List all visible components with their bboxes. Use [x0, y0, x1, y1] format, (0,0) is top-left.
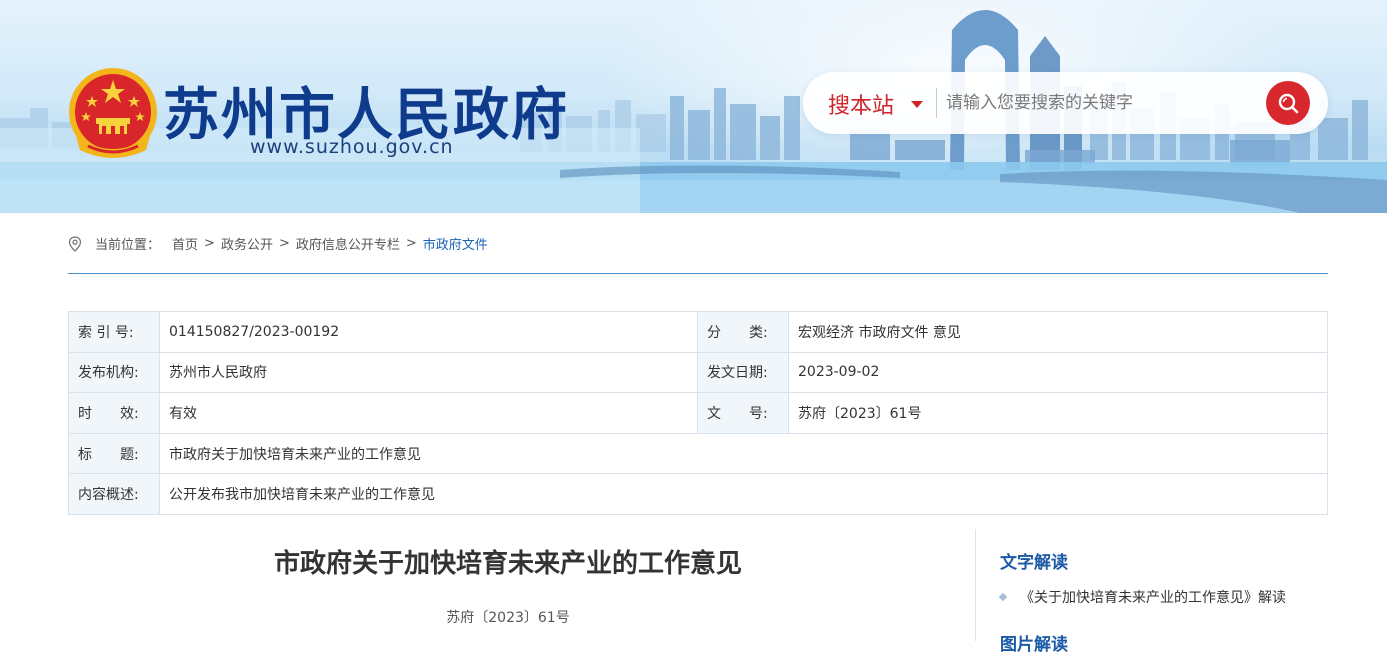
search-icon	[1278, 93, 1299, 114]
image-interpretation-heading: 图片解读	[1000, 635, 1068, 655]
article-title: 市政府关于加快培育未来产业的工作意见	[273, 549, 742, 579]
breadcrumb-gov-documents[interactable]: 市政府文件	[423, 234, 488, 253]
table-row: 内容概述: 公开发布我市加快培育未来产业的工作意见	[68, 473, 1328, 515]
breadcrumb-separator: >	[204, 236, 215, 251]
doc-number-label: 文 号:	[697, 392, 789, 434]
publisher-value: 苏州市人民政府	[159, 351, 698, 394]
search-scope-dropdown[interactable]: 搜本站	[828, 88, 894, 120]
breadcrumb-info-column[interactable]: 政府信息公开专栏	[296, 234, 400, 253]
breadcrumb-gov-affairs[interactable]: 政务公开	[221, 234, 273, 253]
document-metadata-table: 索 引 号: 014150827/2023-00192 分 类: 宏观经济 市政…	[68, 311, 1328, 515]
index-label: 索 引 号:	[68, 311, 160, 353]
interpretation-link[interactable]: 《关于加快培育未来产业的工作意见》解读	[998, 587, 1286, 607]
sidebar-divider	[975, 529, 976, 641]
article-doc-number: 苏府〔2023〕61号	[446, 610, 570, 626]
title-value: 市政府关于加快培育未来产业的工作意见	[159, 432, 1328, 475]
doc-number-value: 苏府〔2023〕61号	[788, 392, 1328, 434]
breadcrumb-separator: >	[278, 236, 290, 251]
header-banner: 苏州市人民政府 www.suzhou.gov.cn 搜本站	[0, 0, 1387, 213]
site-url: www.suzhou.gov.cn	[250, 136, 454, 158]
summary-value: 公开发布我市加快培育未来产业的工作意见	[159, 473, 1328, 515]
category-label: 分 类:	[697, 311, 789, 353]
table-row: 标 题: 市政府关于加快培育未来产业的工作意见	[68, 432, 1328, 475]
search-button[interactable]	[1266, 81, 1310, 125]
text-interpretation-heading: 文字解读	[1000, 553, 1068, 573]
breadcrumb-prefix: 当前位置：	[95, 238, 161, 253]
interpretation-link-label: 《关于加快培育未来产业的工作意见》解读	[1020, 590, 1286, 606]
caret-down-icon[interactable]	[911, 101, 923, 108]
national-emblem-logo	[69, 68, 157, 158]
search-input[interactable]	[946, 86, 1256, 120]
search-divider	[936, 88, 937, 118]
title-label: 标 题:	[68, 432, 160, 475]
breadcrumb-home[interactable]: 首页	[172, 234, 198, 253]
breadcrumb-separator: >	[405, 236, 417, 251]
summary-label: 内容概述:	[68, 473, 160, 515]
breadcrumb-divider	[68, 273, 1328, 274]
table-row: 发布机构: 苏州市人民政府 发文日期: 2023-09-02	[68, 351, 1328, 394]
publisher-label: 发布机构:	[68, 351, 160, 394]
location-pin-icon	[68, 235, 82, 252]
date-value: 2023-09-02	[788, 351, 1328, 394]
category-value: 宏观经济 市政府文件 意见	[788, 311, 1328, 353]
date-label: 发文日期:	[697, 351, 789, 394]
search-box: 搜本站	[803, 72, 1328, 134]
validity-label: 时 效:	[68, 392, 160, 434]
table-row: 时 效: 有效 文 号: 苏府〔2023〕61号	[68, 392, 1328, 434]
breadcrumb: 当前位置： 首页 > 政务公开 > 政府信息公开专栏 > 市政府文件	[68, 234, 488, 253]
index-value: 014150827/2023-00192	[159, 311, 698, 353]
table-row: 索 引 号: 014150827/2023-00192 分 类: 宏观经济 市政…	[68, 311, 1328, 353]
validity-value: 有效	[159, 392, 698, 434]
diamond-bullet-icon	[998, 592, 1008, 602]
